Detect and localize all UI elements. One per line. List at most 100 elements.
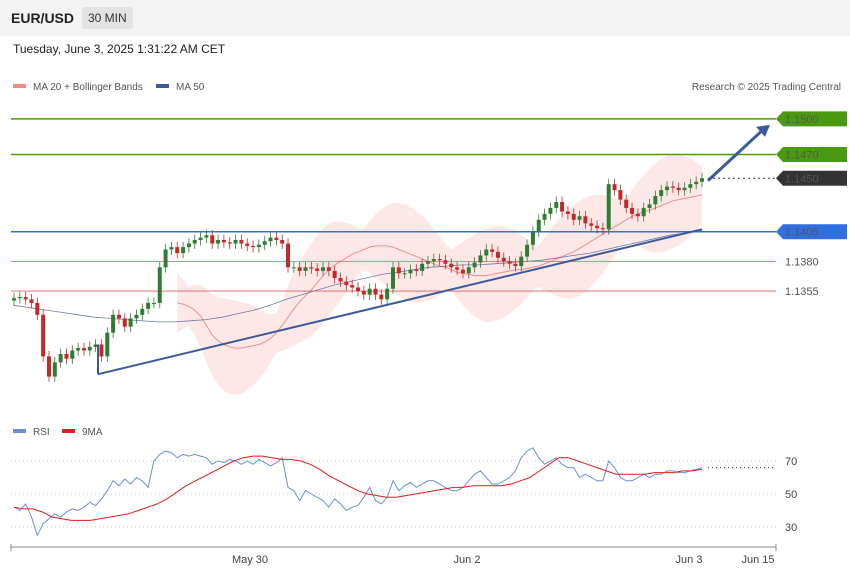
candle-body bbox=[239, 240, 244, 244]
candle-body bbox=[256, 244, 261, 248]
candle bbox=[239, 234, 244, 249]
candle-body bbox=[344, 281, 349, 286]
candle bbox=[373, 283, 378, 300]
candle-body bbox=[245, 243, 250, 246]
candle-body bbox=[116, 314, 121, 319]
candle bbox=[105, 327, 110, 362]
candle-body bbox=[338, 278, 343, 282]
candle bbox=[216, 234, 221, 249]
x-tick-label: Jun 2 bbox=[454, 554, 481, 566]
rsi-line bbox=[13, 447, 703, 537]
candle-body bbox=[565, 211, 570, 214]
candle bbox=[175, 241, 180, 259]
candle bbox=[548, 202, 553, 220]
candle bbox=[542, 208, 547, 226]
candle-body bbox=[192, 240, 197, 244]
legend-label: MA 20 + Bollinger Bands bbox=[33, 82, 143, 93]
candle bbox=[122, 313, 127, 333]
candle bbox=[23, 291, 28, 305]
candle-body bbox=[87, 346, 92, 351]
candle-body bbox=[525, 244, 530, 257]
candle bbox=[262, 235, 267, 251]
candle-body bbox=[420, 263, 425, 271]
candle bbox=[560, 196, 565, 217]
level-label: 1.1355 bbox=[785, 286, 819, 298]
candle bbox=[58, 348, 63, 368]
candle-body bbox=[571, 213, 576, 220]
candle-body bbox=[437, 259, 442, 261]
candle-body bbox=[443, 260, 448, 264]
candle-body bbox=[286, 243, 291, 268]
level-tag-label: 1.1500 bbox=[785, 114, 819, 126]
candle-body bbox=[146, 302, 151, 309]
candle-body bbox=[536, 219, 541, 232]
candle-body bbox=[665, 186, 670, 191]
candle bbox=[554, 196, 559, 214]
x-tick-label: Jun 15 bbox=[741, 554, 774, 566]
candle-body bbox=[583, 216, 588, 224]
candle bbox=[606, 178, 611, 235]
bollinger-band bbox=[177, 153, 703, 396]
candle-body bbox=[134, 314, 139, 319]
candle-body bbox=[268, 237, 273, 242]
legend-swatch bbox=[62, 429, 75, 433]
candle-body bbox=[297, 267, 302, 271]
candle-body bbox=[251, 245, 256, 248]
candle bbox=[134, 309, 139, 324]
candle-body bbox=[321, 267, 326, 271]
candle-body bbox=[280, 240, 285, 244]
candle-body bbox=[408, 269, 413, 274]
candle-body bbox=[676, 187, 681, 191]
candle-body bbox=[332, 270, 337, 278]
candle bbox=[29, 294, 34, 309]
candle bbox=[256, 239, 261, 253]
candle bbox=[227, 237, 232, 249]
legend-label: 9MA bbox=[82, 427, 103, 438]
candle-body bbox=[122, 318, 127, 327]
candle bbox=[367, 283, 372, 300]
candle-body bbox=[600, 228, 605, 230]
candle-body bbox=[41, 314, 46, 357]
candle-body bbox=[105, 332, 110, 357]
candle bbox=[35, 297, 40, 321]
candle-body bbox=[29, 299, 34, 303]
candle bbox=[280, 234, 285, 249]
candle-body bbox=[367, 288, 372, 295]
candle-body bbox=[274, 237, 279, 240]
candle-body bbox=[58, 354, 63, 363]
candle-body bbox=[303, 267, 308, 271]
candle-body bbox=[326, 267, 331, 271]
level-tag-label: 1.1470 bbox=[785, 150, 819, 162]
candle-body bbox=[186, 243, 191, 248]
candle-body bbox=[402, 273, 407, 275]
candle-body bbox=[501, 257, 506, 262]
candle bbox=[245, 238, 250, 252]
candle-body bbox=[140, 308, 145, 315]
candle-body bbox=[46, 356, 51, 377]
candle bbox=[198, 232, 203, 246]
rsi-ma-line bbox=[13, 455, 703, 521]
candle-body bbox=[659, 190, 664, 197]
candle-body bbox=[175, 247, 180, 254]
candle-body bbox=[554, 202, 559, 208]
candle-body bbox=[455, 267, 460, 270]
candle bbox=[286, 238, 291, 273]
legend-label: RSI bbox=[33, 427, 50, 438]
candle-body bbox=[227, 242, 232, 244]
candle bbox=[163, 244, 168, 273]
candle bbox=[140, 303, 145, 321]
candle bbox=[268, 232, 273, 247]
candle-body bbox=[181, 247, 186, 254]
candle-body bbox=[17, 297, 22, 299]
candle bbox=[128, 313, 133, 333]
candle-body bbox=[216, 240, 221, 244]
level-tag-label: 1.1405 bbox=[785, 227, 819, 239]
candle-body bbox=[431, 259, 436, 262]
candle-body bbox=[478, 255, 483, 263]
candle-body bbox=[670, 186, 675, 188]
candle-body bbox=[70, 350, 75, 359]
candle-body bbox=[530, 231, 535, 245]
candle bbox=[251, 240, 256, 253]
candle-body bbox=[560, 202, 565, 212]
candle bbox=[379, 289, 384, 305]
